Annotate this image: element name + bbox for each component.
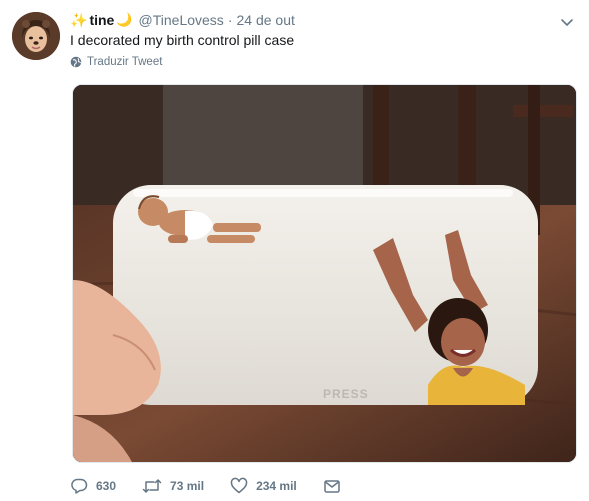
profile-photo-icon: [12, 12, 60, 60]
avatar[interactable]: [12, 12, 60, 60]
direct-message-button[interactable]: [323, 477, 341, 495]
crescent-moon-icon: 🌙: [116, 12, 133, 27]
tweet-image[interactable]: PRESS: [72, 84, 577, 463]
pill-case-photo: PRESS: [73, 85, 576, 462]
translate-tweet-link[interactable]: Traduzir Tweet: [70, 56, 162, 68]
envelope-icon: [324, 480, 340, 493]
author-name[interactable]: tine: [89, 12, 114, 28]
globe-icon: [70, 56, 82, 68]
more-options-button[interactable]: [557, 12, 577, 32]
reply-count: 630: [96, 479, 117, 493]
translate-label: Traduzir Tweet: [87, 56, 163, 68]
heart-icon: [230, 477, 248, 494]
tweet-header: ✨ tine 🌙 @TineLovess · 24 de out: [70, 10, 295, 30]
sparkles-icon: ✨: [70, 11, 88, 28]
tweet-text: I decorated my birth control pill case: [70, 32, 295, 48]
retweet-button[interactable]: 73 mil: [142, 477, 204, 495]
chevron-down-icon: [561, 19, 573, 26]
press-label: PRESS: [323, 387, 369, 401]
retweet-icon: [142, 479, 162, 493]
tweet-actions: 630 73 mil 234 mil: [70, 474, 367, 498]
tweet-date[interactable]: 24 de out: [236, 12, 294, 28]
tweet: ✨ tine 🌙 @TineLovess · 24 de out I decor…: [0, 0, 589, 501]
like-count: 234 mil: [256, 479, 297, 493]
retweet-count: 73 mil: [170, 479, 205, 493]
reply-icon: [71, 478, 88, 494]
separator-dot: ·: [227, 12, 233, 28]
author-handle[interactable]: @TineLovess: [139, 12, 224, 28]
like-button[interactable]: 234 mil: [230, 477, 297, 495]
reply-button[interactable]: 630: [70, 477, 116, 495]
